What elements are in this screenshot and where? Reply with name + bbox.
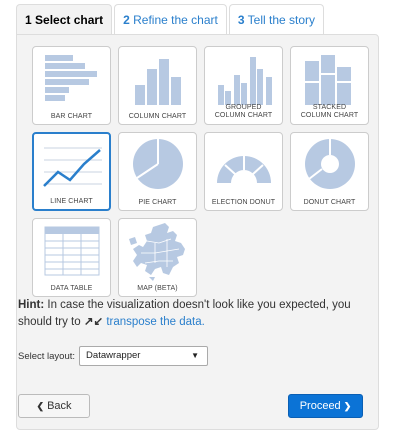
tab-label: Select chart [35, 13, 104, 27]
chart-type-label: DATA TABLE [50, 285, 93, 292]
chart-type-label-line: COLUMN CHART [214, 112, 273, 119]
transpose-icon: ↗↙ [83, 316, 104, 328]
back-button[interactable]: ❮ Back [18, 394, 90, 418]
chart-type-grouped-column[interactable]: GROUPED COLUMN CHART [204, 46, 283, 125]
chart-type-stacked-column[interactable]: STACKED COLUMN CHART [290, 46, 369, 125]
chart-type-map[interactable]: MAP (BETA) [118, 218, 197, 297]
tab-label: Tell the story [247, 13, 315, 27]
chart-type-line[interactable]: LINE CHART [32, 132, 111, 211]
chart-type-label: MAP (BETA) [137, 285, 178, 292]
chart-selection-panel: BAR CHART COLUMN CHART GROUPED COLUMN CH… [16, 34, 379, 430]
hint-prefix: Hint: [18, 299, 45, 311]
tab-number: 3 [237, 13, 245, 27]
chevron-left-icon: ❮ [36, 401, 44, 411]
chart-type-label: COLUMN CHART [128, 113, 187, 120]
layout-row: Select layout: Datawrapper ▼ [18, 346, 209, 366]
layout-label: Select layout: [18, 350, 76, 362]
chart-type-column[interactable]: COLUMN CHART [118, 46, 197, 125]
tab-select-chart[interactable]: 1 Select chart [16, 4, 113, 36]
chart-type-election-donut[interactable]: ELECTION DONUT [204, 132, 283, 211]
chevron-down-icon: ▼ [191, 351, 200, 360]
chart-type-label: BAR CHART [50, 113, 93, 120]
chart-type-data-table[interactable]: DATA TABLE [32, 218, 111, 297]
chart-type-label-line: GROUPED [225, 104, 262, 111]
chart-type-label: STACKED COLUMN CHART [291, 104, 368, 120]
chart-type-label: ELECTION DONUT [211, 199, 276, 206]
tab-number: 2 [123, 13, 130, 27]
hint-text: Hint: In case the visualization doesn't … [18, 297, 363, 331]
tab-refine-chart[interactable]: 2 Refine the chart [114, 4, 227, 35]
layout-select[interactable]: Datawrapper ▼ [79, 346, 209, 366]
chart-type-label: DONUT CHART [303, 199, 356, 206]
layout-select-value: Datawrapper [86, 350, 141, 361]
chart-type-donut[interactable]: DONUT CHART [290, 132, 369, 211]
proceed-button-label: Proceed [299, 400, 341, 412]
chevron-right-icon: ❯ [343, 401, 352, 411]
chart-type-label-line: COLUMN CHART [300, 112, 359, 119]
tab-label: Refine the chart [133, 13, 218, 27]
transpose-link[interactable]: transpose the data. [106, 316, 204, 328]
chart-type-label-line: STACKED [312, 104, 347, 111]
chart-type-label: GROUPED COLUMN CHART [205, 104, 282, 120]
chart-type-label: PIE CHART [138, 199, 177, 206]
step-tabs: 1 Select chart 2 Refine the chart 3 Tell… [16, 4, 326, 36]
tab-tell-story[interactable]: 3 Tell the story [228, 4, 324, 35]
chart-type-bar[interactable]: BAR CHART [32, 46, 111, 125]
back-button-label: Back [47, 400, 72, 412]
chart-type-label: LINE CHART [50, 198, 93, 205]
tab-number: 1 [25, 13, 32, 27]
chart-type-pie[interactable]: PIE CHART [118, 132, 197, 211]
proceed-button[interactable]: Proceed ❯ [288, 394, 363, 418]
